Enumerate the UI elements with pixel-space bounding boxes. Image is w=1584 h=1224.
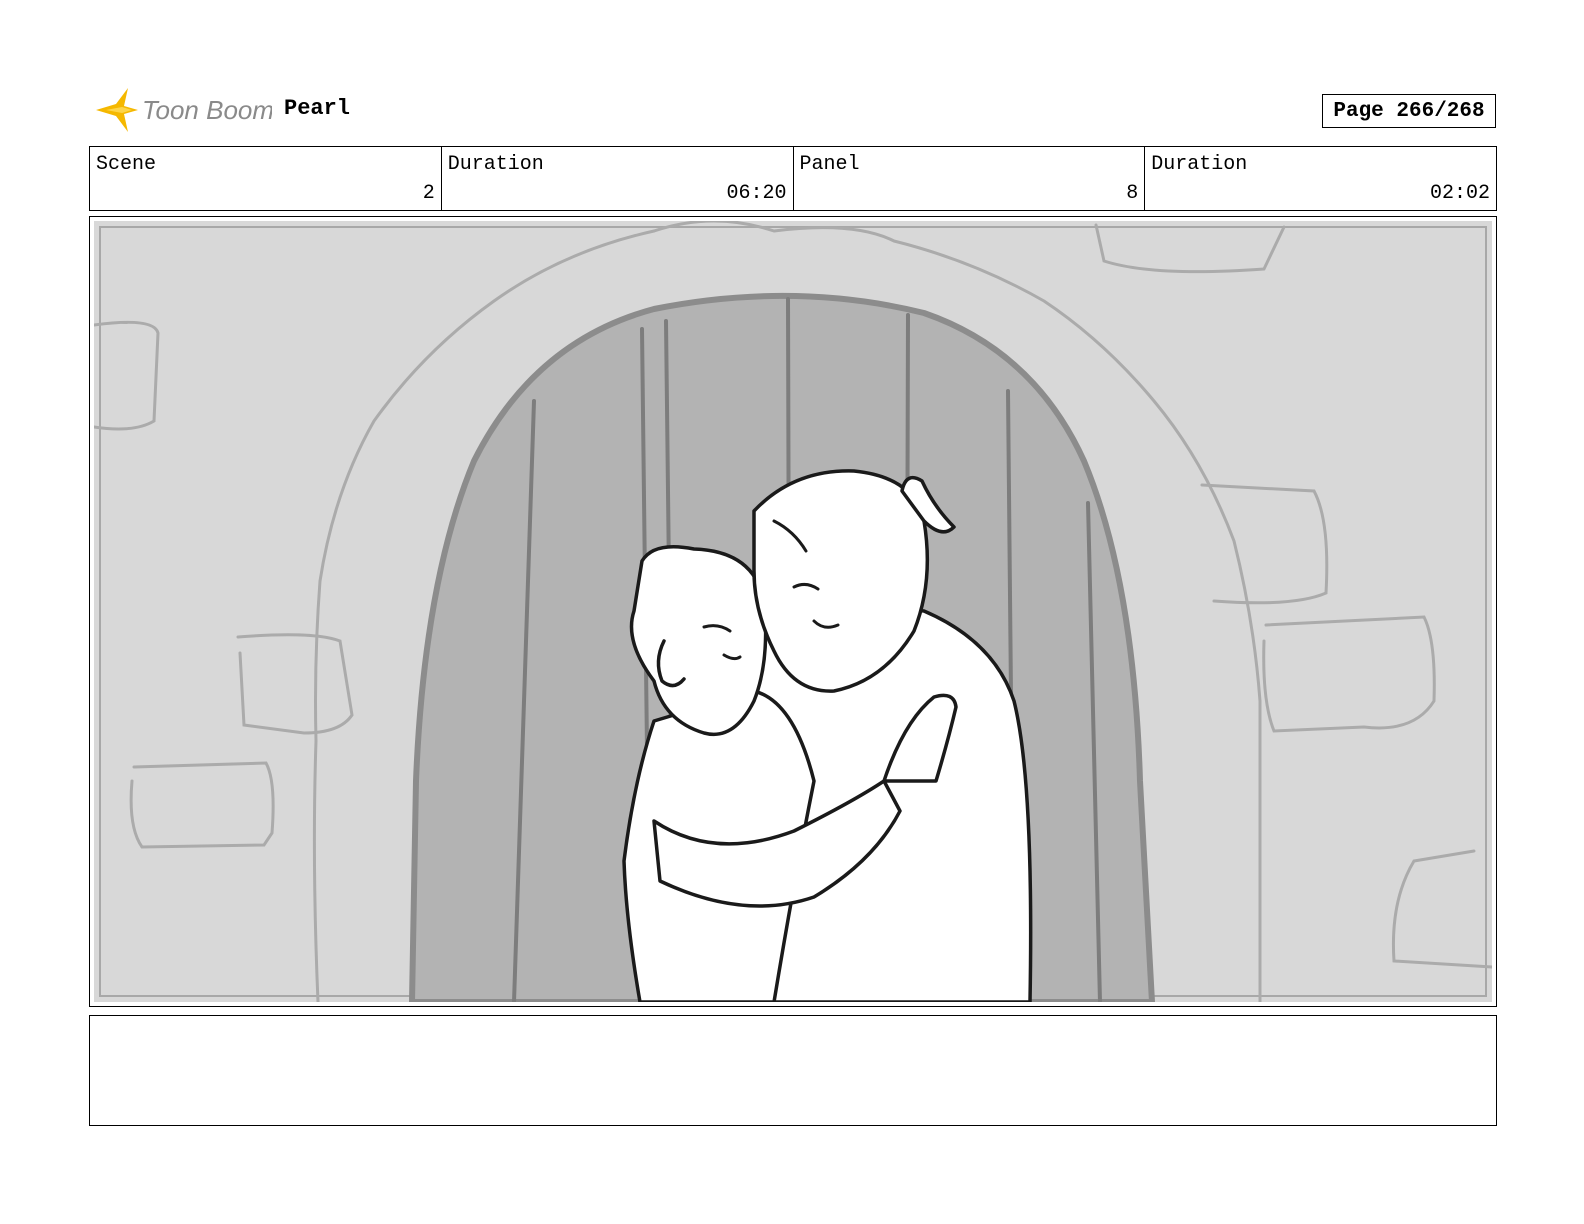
scene-label: Scene: [96, 153, 157, 176]
scene-value: 2: [422, 182, 435, 205]
notes-box: [89, 1015, 1497, 1126]
scene-cell: Scene 2: [90, 147, 442, 210]
toon-boom-logo: Toon Boom: [92, 86, 272, 134]
panel-duration-cell: Duration 02:02: [1145, 147, 1496, 210]
panel-info-row: Scene 2 Duration 06:20 Panel 8 Duration …: [89, 146, 1497, 211]
scene-duration-cell: Duration 06:20: [442, 147, 794, 210]
logo-text: Toon Boom: [142, 95, 272, 125]
panel-duration-label: Duration: [1151, 153, 1248, 176]
panel-duration-value: 02:02: [1429, 182, 1490, 205]
project-title: Pearl: [284, 96, 351, 121]
logo-star-icon: [96, 88, 138, 132]
panel-value: 8: [1126, 182, 1139, 205]
scene-duration-label: Duration: [447, 153, 544, 176]
page-number: Page 266/268: [1322, 94, 1496, 128]
storyboard-panel: [89, 216, 1497, 1007]
scene-duration-value: 06:20: [726, 182, 787, 205]
panel-label: Panel: [799, 153, 860, 176]
panel-sketch-image: [94, 221, 1492, 1002]
panel-cell: Panel 8: [794, 147, 1146, 210]
